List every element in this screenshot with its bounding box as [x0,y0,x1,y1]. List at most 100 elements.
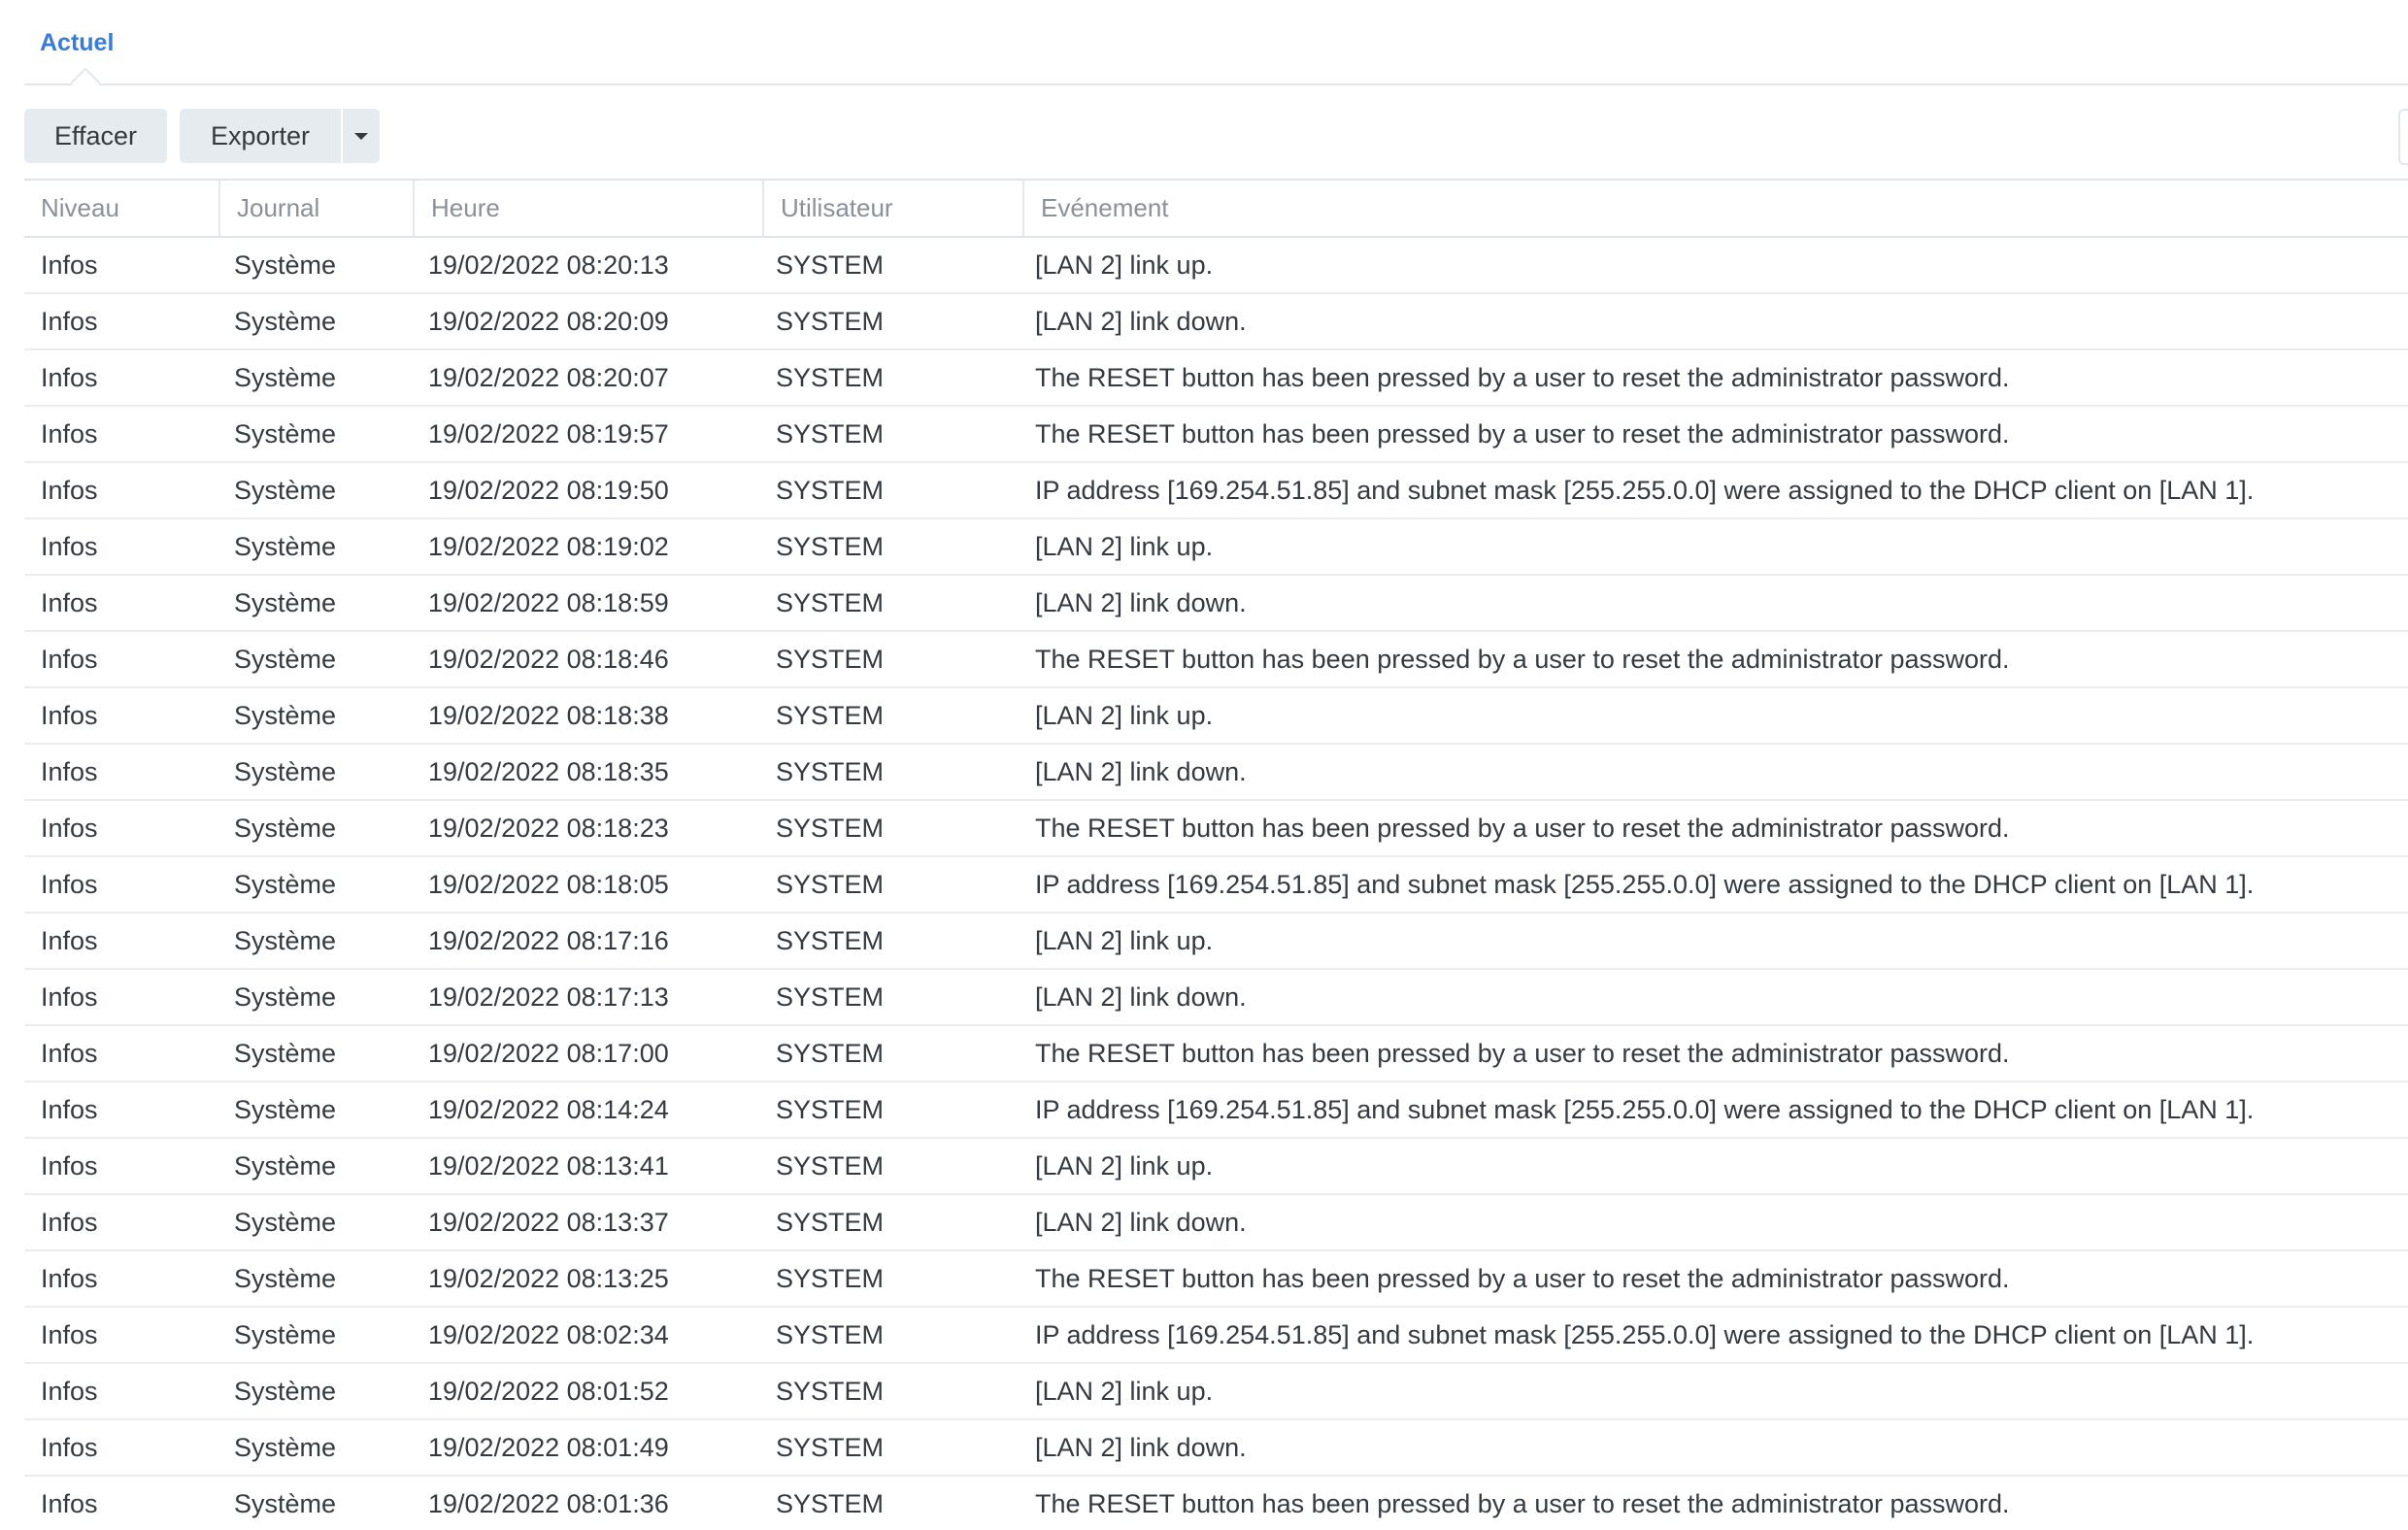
table-row[interactable]: Infos Système 19/02/2022 08:17:16 SYSTEM [LA… [24,914,2408,970]
cell-user: SYSTEM [776,1264,885,1293]
cell-user: SYSTEM [776,814,885,843]
cell-user: SYSTEM [776,307,885,336]
cell-log: Système [234,1264,337,1293]
table-row[interactable]: Infos Système 19/02/2022 08:17:13 SYSTEM [LA… [24,970,2408,1026]
table-row[interactable]: Infos Système 19/02/2022 08:18:35 SYSTEM [LA… [24,745,2408,801]
table-row[interactable]: Infos Système 19/02/2022 08:18:59 SYSTEM [LA… [24,576,2408,632]
log-table: Niveau Journal Heure Utilisateur Evéneme… [24,179,2408,1530]
column-header-user[interactable]: Utilisateur [762,181,1022,236]
column-header-log[interactable]: Journal [218,181,413,236]
cell-user: SYSTEM [776,1151,885,1181]
table-row[interactable]: Infos Système 19/02/2022 08:18:05 SYSTEM IP … [24,857,2408,914]
export-dropdown-button[interactable] [341,109,380,163]
cell-log: Système [234,1095,337,1124]
cell-log: Système [234,307,337,336]
cell-time: 19/02/2022 08:01:52 [428,1377,669,1406]
cell-time: 19/02/2022 08:18:38 [428,701,669,730]
cell-event: [LAN 2] link down. [1035,1433,1247,1462]
column-header-time[interactable]: Heure [413,181,762,236]
cell-time: 19/02/2022 08:18:35 [428,757,669,786]
table-row[interactable]: Infos Système 19/02/2022 08:20:13 SYSTEM [LA… [24,238,2408,294]
cell-time: 19/02/2022 08:19:50 [428,476,669,505]
cell-time: 19/02/2022 08:18:05 [428,870,669,899]
cell-time: 19/02/2022 08:19:57 [428,419,669,449]
cell-level: Infos [41,532,98,561]
table-row[interactable]: Infos Système 19/02/2022 08:13:37 SYSTEM [LA… [24,1195,2408,1251]
tab-current[interactable]: Actuel [40,29,114,57]
cell-user: SYSTEM [776,250,885,280]
cell-log: Système [234,1151,337,1181]
cell-level: Infos [41,1208,98,1237]
cell-level: Infos [41,1377,98,1406]
cell-event: [LAN 2] link down. [1035,588,1247,617]
cell-level: Infos [41,701,98,730]
cell-time: 19/02/2022 08:17:16 [428,926,669,955]
table-row[interactable]: Infos Système 19/02/2022 08:19:02 SYSTEM [LA… [24,519,2408,576]
cell-time: 19/02/2022 08:18:59 [428,588,669,617]
table-row[interactable]: Infos Système 19/02/2022 08:01:36 SYSTEM The… [24,1477,2408,1530]
table-row[interactable]: Infos Système 19/02/2022 08:13:41 SYSTEM [LA… [24,1139,2408,1195]
table-row[interactable]: Infos Système 19/02/2022 08:13:25 SYSTEM The… [24,1251,2408,1308]
cell-event: [LAN 2] link up. [1035,701,1214,730]
cell-time: 19/02/2022 08:20:13 [428,250,669,280]
cell-level: Infos [41,363,98,392]
table-row[interactable]: Infos Système 19/02/2022 08:19:57 SYSTEM The… [24,407,2408,463]
clear-button[interactable]: Effacer [24,109,167,163]
cell-log: Système [234,926,337,955]
cell-log: Système [234,1377,337,1406]
table-row[interactable]: Infos Système 19/02/2022 08:19:50 SYSTEM IP … [24,463,2408,519]
cell-level: Infos [41,419,98,449]
cell-time: 19/02/2022 08:18:46 [428,645,669,674]
cell-event: [LAN 2] link up. [1035,926,1214,955]
cell-log: Système [234,757,337,786]
cell-user: SYSTEM [776,476,885,505]
cell-user: SYSTEM [776,532,885,561]
table-row[interactable]: Infos Système 19/02/2022 08:20:07 SYSTEM The… [24,350,2408,407]
cell-event: IP address [169.254.51.85] and subnet ma… [1035,1095,2255,1124]
table-row[interactable]: Infos Système 19/02/2022 08:18:38 SYSTEM [LA… [24,688,2408,745]
column-header-level[interactable]: Niveau [24,181,218,236]
table-row[interactable]: Infos Système 19/02/2022 08:02:34 SYSTEM IP … [24,1308,2408,1364]
column-header-event[interactable]: Evénement [1022,181,2408,236]
cell-level: Infos [41,982,98,1012]
table-row[interactable]: Infos Système 19/02/2022 08:01:52 SYSTEM [LA… [24,1364,2408,1420]
cell-event: [LAN 2] link down. [1035,1208,1247,1237]
cell-time: 19/02/2022 08:20:09 [428,307,669,336]
table-row[interactable]: Infos Système 19/02/2022 08:18:46 SYSTEM The… [24,632,2408,688]
cell-user: SYSTEM [776,1208,885,1237]
cell-event: The RESET button has been pressed by a u… [1035,1039,2010,1068]
cell-level: Infos [41,870,98,899]
cell-event: The RESET button has been pressed by a u… [1035,645,2010,674]
cell-level: Infos [41,757,98,786]
cell-event: [LAN 2] link down. [1035,307,1247,336]
cell-level: Infos [41,1320,98,1349]
cell-level: Infos [41,1151,98,1181]
table-body: Infos Système 19/02/2022 08:20:13 SYSTEM [LA… [24,238,2408,1530]
cell-log: Système [234,1320,337,1349]
cell-time: 19/02/2022 08:20:07 [428,363,669,392]
table-row[interactable]: Infos Système 19/02/2022 08:20:09 SYSTEM [LA… [24,294,2408,350]
table-row[interactable]: Infos Système 19/02/2022 08:01:49 SYSTEM [LA… [24,1420,2408,1477]
cell-event: The RESET button has been pressed by a u… [1035,1264,2010,1293]
cell-event: IP address [169.254.51.85] and subnet ma… [1035,1320,2255,1349]
cell-event: The RESET button has been pressed by a u… [1035,363,2010,392]
cell-log: Système [234,1039,337,1068]
cell-event: [LAN 2] link up. [1035,250,1214,280]
cell-event: The RESET button has been pressed by a u… [1035,419,2010,449]
cell-log: Système [234,814,337,843]
cell-log: Système [234,588,337,617]
table-row[interactable]: Infos Système 19/02/2022 08:14:24 SYSTEM IP … [24,1082,2408,1139]
cell-event: [LAN 2] link up. [1035,532,1214,561]
cell-user: SYSTEM [776,1377,885,1406]
cell-time: 19/02/2022 08:01:36 [428,1489,669,1518]
cell-event: The RESET button has been pressed by a u… [1035,814,2010,843]
table-row[interactable]: Infos Système 19/02/2022 08:17:00 SYSTEM The… [24,1026,2408,1082]
cell-user: SYSTEM [776,1320,885,1349]
cell-time: 19/02/2022 08:17:13 [428,982,669,1012]
cell-time: 19/02/2022 08:13:41 [428,1151,669,1181]
cell-log: Système [234,701,337,730]
search-field-edge[interactable] [2398,109,2408,165]
table-row[interactable]: Infos Système 19/02/2022 08:18:23 SYSTEM The… [24,801,2408,857]
cell-time: 19/02/2022 08:01:49 [428,1433,669,1462]
cell-user: SYSTEM [776,1095,885,1124]
